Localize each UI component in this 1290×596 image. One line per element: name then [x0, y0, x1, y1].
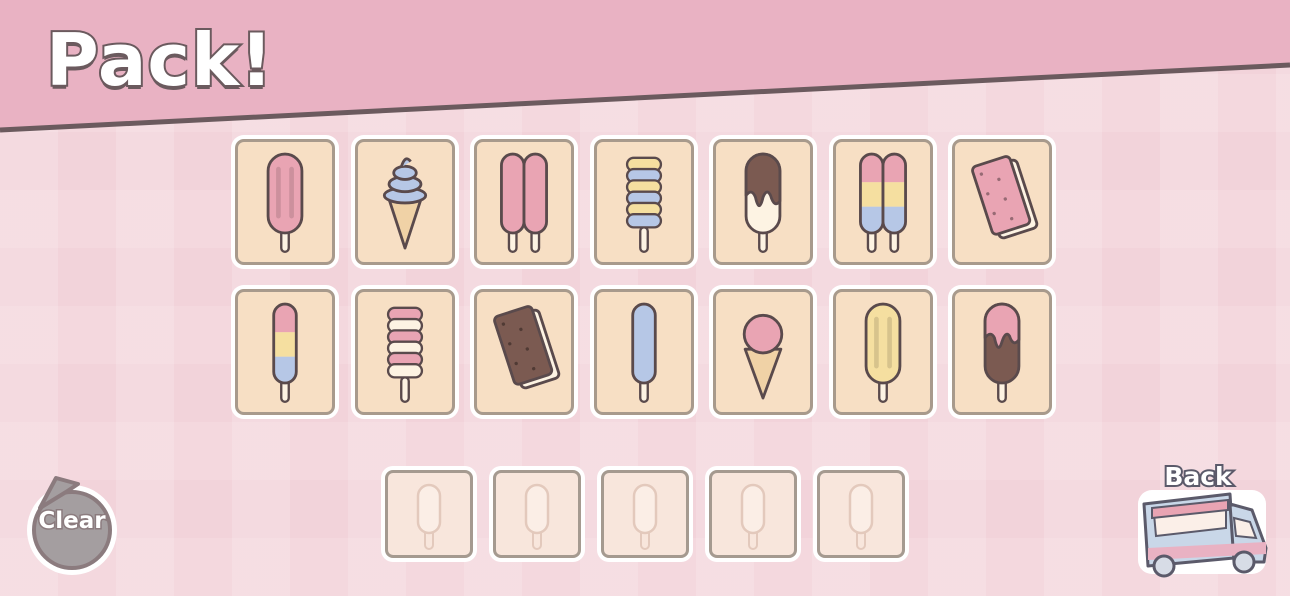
blue-stick-pop-icon: [630, 302, 657, 403]
page-title: Pack!: [44, 16, 275, 104]
ice-cream-card-strawberry-scoop-cone[interactable]: [713, 289, 813, 415]
ice-cream-card-chocolate-ice-cream-sandwich[interactable]: [474, 289, 574, 415]
clear-button[interactable]: Clear: [20, 470, 124, 580]
strawberry-scoop-cone-icon: [742, 313, 784, 400]
strawberry-ice-cream-sandwich-icon: [971, 155, 1039, 240]
pink-twin-popsicle-icon: [500, 152, 548, 253]
ice-cream-card-pink-popsicle[interactable]: [235, 139, 335, 265]
empty-popsicle-placeholder-icon: [524, 483, 550, 550]
ice-cream-card-yellow-blue-twister-pop[interactable]: [593, 139, 694, 265]
pink-popsicle-icon: [266, 152, 304, 253]
ice-cream-card-rainbow-rocket-pop[interactable]: [235, 289, 335, 415]
ice-cream-card-blue-stick-pop[interactable]: [593, 289, 694, 415]
ice-cream-card-rainbow-twin-popsicle[interactable]: [832, 139, 933, 265]
clear-button-label: Clear: [37, 507, 107, 536]
rainbow-rocket-pop-icon: [272, 302, 298, 403]
pack-slot-4[interactable]: [709, 470, 797, 558]
pack-slot-2[interactable]: [493, 470, 581, 558]
ice-cream-card-blue-soft-serve-cone[interactable]: [354, 139, 455, 265]
empty-popsicle-placeholder-icon: [416, 483, 442, 550]
pack-slot-3[interactable]: [601, 470, 689, 558]
back-button-label: Back: [1162, 460, 1233, 493]
pink-cream-twister-pop-icon: [386, 306, 423, 403]
yellow-blue-twister-pop-icon: [625, 156, 662, 253]
yellow-popsicle-icon: [864, 302, 901, 403]
rainbow-twin-popsicle-icon: [858, 152, 907, 253]
strawberry-dipped-chocolate-popsicle-icon: [983, 302, 1021, 403]
empty-popsicle-placeholder-icon: [848, 483, 874, 550]
chocolate-dipped-popsicle-icon: [744, 152, 782, 253]
pack-slot-5[interactable]: [817, 470, 905, 558]
ice-cream-card-chocolate-dipped-popsicle[interactable]: [713, 139, 813, 265]
chocolate-ice-cream-sandwich-icon: [493, 305, 561, 390]
ice-cream-card-strawberry-ice-cream-sandwich[interactable]: [952, 139, 1052, 265]
ice-cream-card-strawberry-dipped-chocolate-popsicle[interactable]: [952, 289, 1052, 415]
back-button[interactable]: Back: [1134, 460, 1280, 586]
ice-cream-card-yellow-popsicle[interactable]: [832, 289, 933, 415]
blue-soft-serve-cone-icon: [382, 157, 427, 250]
ice-cream-card-pink-twin-popsicle[interactable]: [474, 139, 574, 265]
empty-popsicle-placeholder-icon: [740, 483, 766, 550]
ice-cream-card-pink-cream-twister-pop[interactable]: [354, 289, 455, 415]
pack-slot-1[interactable]: [385, 470, 473, 558]
empty-popsicle-placeholder-icon: [632, 483, 658, 550]
